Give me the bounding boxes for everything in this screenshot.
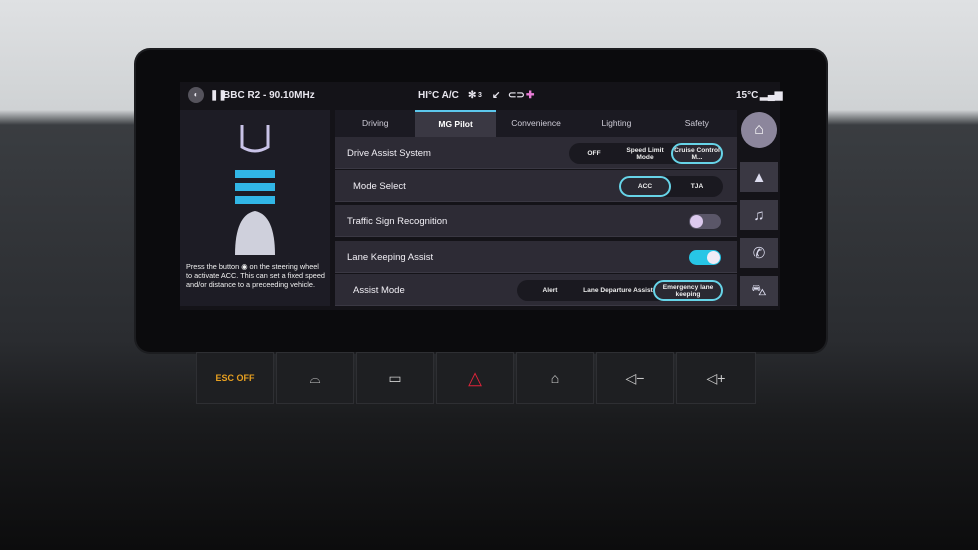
hazard-icon: △	[468, 367, 482, 388]
tab-safety[interactable]: Safety	[657, 110, 737, 137]
hazard-button[interactable]: △	[436, 352, 514, 404]
lane-keeping-label: Lane Keeping Assist	[347, 252, 434, 263]
front-defrost-icon: ⌓	[309, 369, 321, 386]
assist-mode-selector: Alert Lane Departure Assist Emergency la…	[517, 280, 723, 301]
assist-mode-row: Assist Mode Alert Lane Departure Assist …	[335, 274, 737, 306]
settings-tabs: Driving MG Pilot Convenience Lighting Sa…	[335, 110, 737, 137]
heated-seat-icon: ✚	[526, 90, 535, 101]
front-defrost-button[interactable]: ⌓	[276, 352, 354, 404]
mode-select-label: Mode Select	[353, 181, 406, 192]
home-icon[interactable]: ⌂	[741, 112, 777, 148]
option-acc[interactable]: ACC	[619, 176, 671, 197]
fan-icon: ✻	[468, 90, 477, 101]
volume-up-button[interactable]: ◁+	[676, 352, 756, 404]
car-icon[interactable]: ⛍	[740, 276, 778, 306]
infotainment-screen: ◐ ❚❚ BBC R2 - 90.10MHz HI°C A/C ✻ 3 ↙ ⊂⊃…	[180, 82, 783, 310]
recirculation-icon: ⊂⊃	[508, 90, 525, 101]
music-icon[interactable]: ♫	[740, 200, 778, 230]
navigation-icon[interactable]: ▲	[740, 162, 778, 192]
tab-convenience[interactable]: Convenience	[496, 110, 576, 137]
volume-up-icon: ◁+	[706, 369, 726, 386]
option-cruise-control[interactable]: Cruise Control M...	[671, 143, 723, 164]
climate-status: HI°C A/C	[418, 90, 459, 101]
mode-selector: ACC TJA	[619, 176, 723, 197]
radio-source-icon[interactable]: ◐	[188, 87, 204, 103]
lane-keeping-row: Lane Keeping Assist	[335, 241, 737, 273]
assist-mode-label: Assist Mode	[353, 285, 405, 296]
radio-station[interactable]: BBC R2 - 90.10MHz	[223, 90, 315, 101]
option-alert[interactable]: Alert	[517, 280, 583, 301]
option-emergency-lane-keeping[interactable]: Emergency lane keeping	[653, 280, 723, 301]
lane-keeping-toggle[interactable]	[689, 250, 721, 265]
tab-lighting[interactable]: Lighting	[576, 110, 656, 137]
signal-icon: ▂▄▆	[760, 90, 783, 101]
rear-defrost-icon: ▭	[388, 369, 402, 386]
airflow-icon: ↙	[492, 90, 501, 101]
volume-down-button[interactable]: ◁−	[596, 352, 674, 404]
traffic-sign-toggle[interactable]	[689, 214, 721, 229]
option-tja[interactable]: TJA	[671, 176, 723, 197]
mode-select-row: Mode Select ACC TJA	[335, 170, 737, 202]
volume-down-icon: ◁−	[625, 369, 645, 386]
acc-hint-text: Press the button ◉ on the steering wheel…	[186, 262, 325, 289]
tab-mg-pilot[interactable]: MG Pilot	[415, 110, 496, 137]
vehicle-graphic-panel: Press the button ◉ on the steering wheel…	[180, 110, 330, 306]
traffic-sign-label: Traffic Sign Recognition	[347, 216, 448, 227]
outside-temperature: 15°C	[736, 90, 759, 101]
drive-assist-row: Drive Assist System OFF Speed Limit Mode…	[335, 137, 737, 169]
phone-icon[interactable]: ✆	[740, 238, 778, 268]
car-acc-graphic-icon	[235, 125, 275, 255]
esc-off-button[interactable]: ESC OFF	[196, 352, 274, 404]
tab-driving[interactable]: Driving	[335, 110, 415, 137]
rear-defrost-button[interactable]: ▭	[356, 352, 434, 404]
option-off[interactable]: OFF	[569, 143, 619, 164]
traffic-sign-row: Traffic Sign Recognition	[335, 205, 737, 237]
fan-speed: 3	[478, 92, 482, 99]
drive-assist-label: Drive Assist System	[347, 148, 431, 159]
option-speed-limit-mode[interactable]: Speed Limit Mode	[619, 143, 671, 164]
status-bar: ◐ ❚❚ BBC R2 - 90.10MHz HI°C A/C ✻ 3 ↙ ⊂⊃…	[180, 82, 783, 108]
drive-assist-selector: OFF Speed Limit Mode Cruise Control M...	[569, 143, 723, 164]
home-outline-icon: ⌂	[550, 370, 560, 386]
home-button[interactable]: ⌂	[516, 352, 594, 404]
option-lane-departure-assist[interactable]: Lane Departure Assist	[583, 280, 653, 301]
